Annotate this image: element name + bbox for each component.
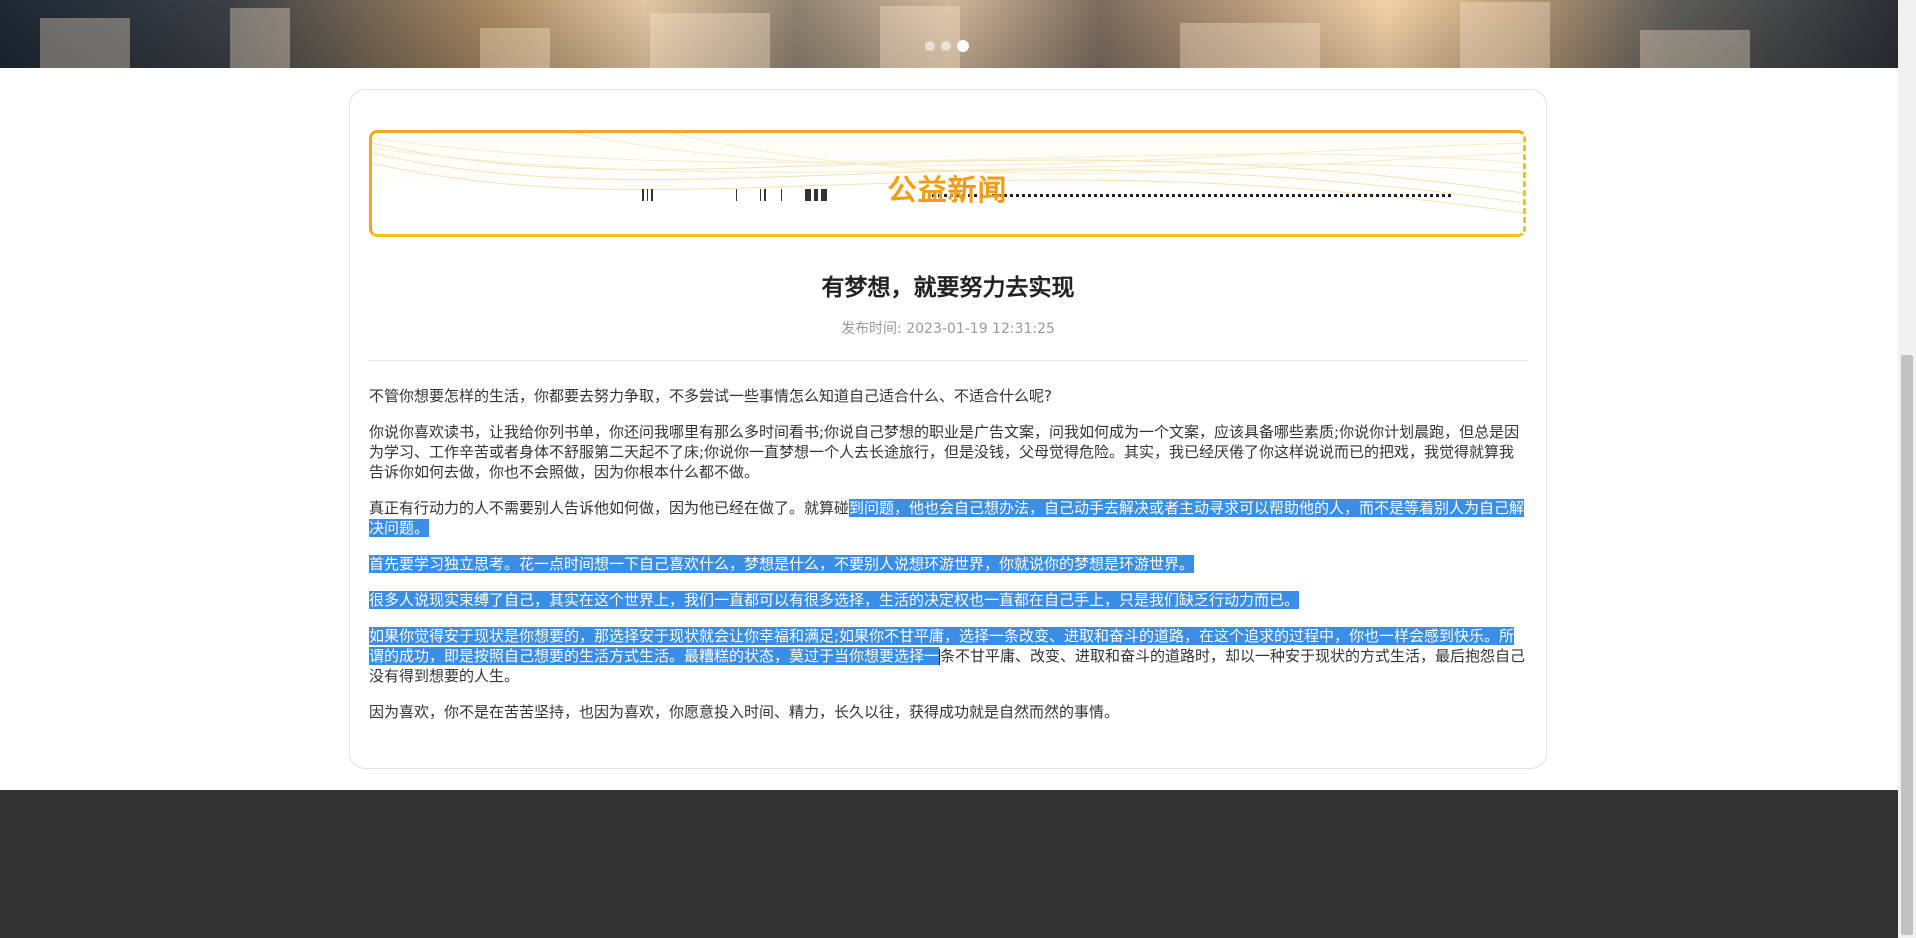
publish-label: 发布时间:: [841, 321, 902, 337]
hero-building: [230, 8, 290, 68]
news-section-banner: 公益新闻: [369, 130, 1526, 237]
divider: [369, 360, 1527, 361]
publish-time: 2023-01-19 12:31:25: [906, 321, 1055, 337]
carousel-dot[interactable]: [941, 41, 951, 51]
hero-building: [880, 6, 960, 68]
hero-building: [1460, 2, 1550, 68]
article-body: 不管你想要怎样的生活，你都要去努力争取，不多尝试一些事情怎么知道自己适合什么、不…: [369, 386, 1527, 738]
hero-building: [40, 18, 130, 68]
scrollbar-thumb[interactable]: [1901, 355, 1913, 935]
carousel-dot[interactable]: [925, 41, 935, 51]
selected-text: 首先要学习独立思考。花一点时间想一下自己喜欢什么，梦想是什么，不要别人说想环游世…: [369, 555, 1195, 573]
publish-info: 发布时间: 2023-01-19 12:31:25: [349, 318, 1547, 338]
carousel-indicators: [925, 40, 969, 52]
hero-building: [1640, 30, 1750, 68]
news-section-title: 公益新闻: [887, 173, 1008, 207]
article-paragraph: 因为喜欢，你不是在苦苦坚持，也因为喜欢，你愿意投入时间、精力，长久以往，获得成功…: [369, 703, 1120, 721]
selected-text: 很多人说现实束缚了自己，其实在这个世界上，我们一直都可以有很多选择，生活的决定权…: [369, 591, 1300, 609]
article-paragraph: 首先要学习独立思考。花一点时间想一下自己喜欢什么，梦想是什么，不要别人说想环游世…: [369, 554, 1527, 574]
article-paragraph: 真正有行动力的人不需要别人告诉他如何做，因为他已经在做了。就算碰到问题，他也会自…: [369, 498, 1527, 538]
carousel-dot-active[interactable]: [957, 40, 969, 52]
article-paragraph: 不管你想要怎样的生活，你都要去努力争取，不多尝试一些事情怎么知道自己适合什么、不…: [369, 387, 1052, 405]
article-paragraph: 你说你喜欢读书，让我给你列书单，你还问我哪里有那么多时间看书;你说自己梦想的职业…: [369, 423, 1520, 481]
paragraph-text: 真正有行动力的人不需要别人告诉他如何做，因为他已经在做了。就算碰: [369, 499, 850, 517]
article-paragraph: 很多人说现实束缚了自己，其实在这个世界上，我们一直都可以有很多选择，生活的决定权…: [369, 590, 1527, 610]
hero-building: [650, 13, 770, 68]
article-paragraph: 如果你觉得安于现状是你想要的，那选择安于现状就会让你幸福和满足;如果你不甘平庸，…: [369, 626, 1527, 686]
scrollbar-track[interactable]: [1898, 0, 1916, 938]
article-title: 有梦想，就要努力去实现: [821, 275, 1075, 301]
hero-building: [480, 28, 550, 68]
page-footer: [0, 790, 1898, 938]
hero-banner: [0, 0, 1898, 68]
hero-building: [1180, 23, 1320, 68]
